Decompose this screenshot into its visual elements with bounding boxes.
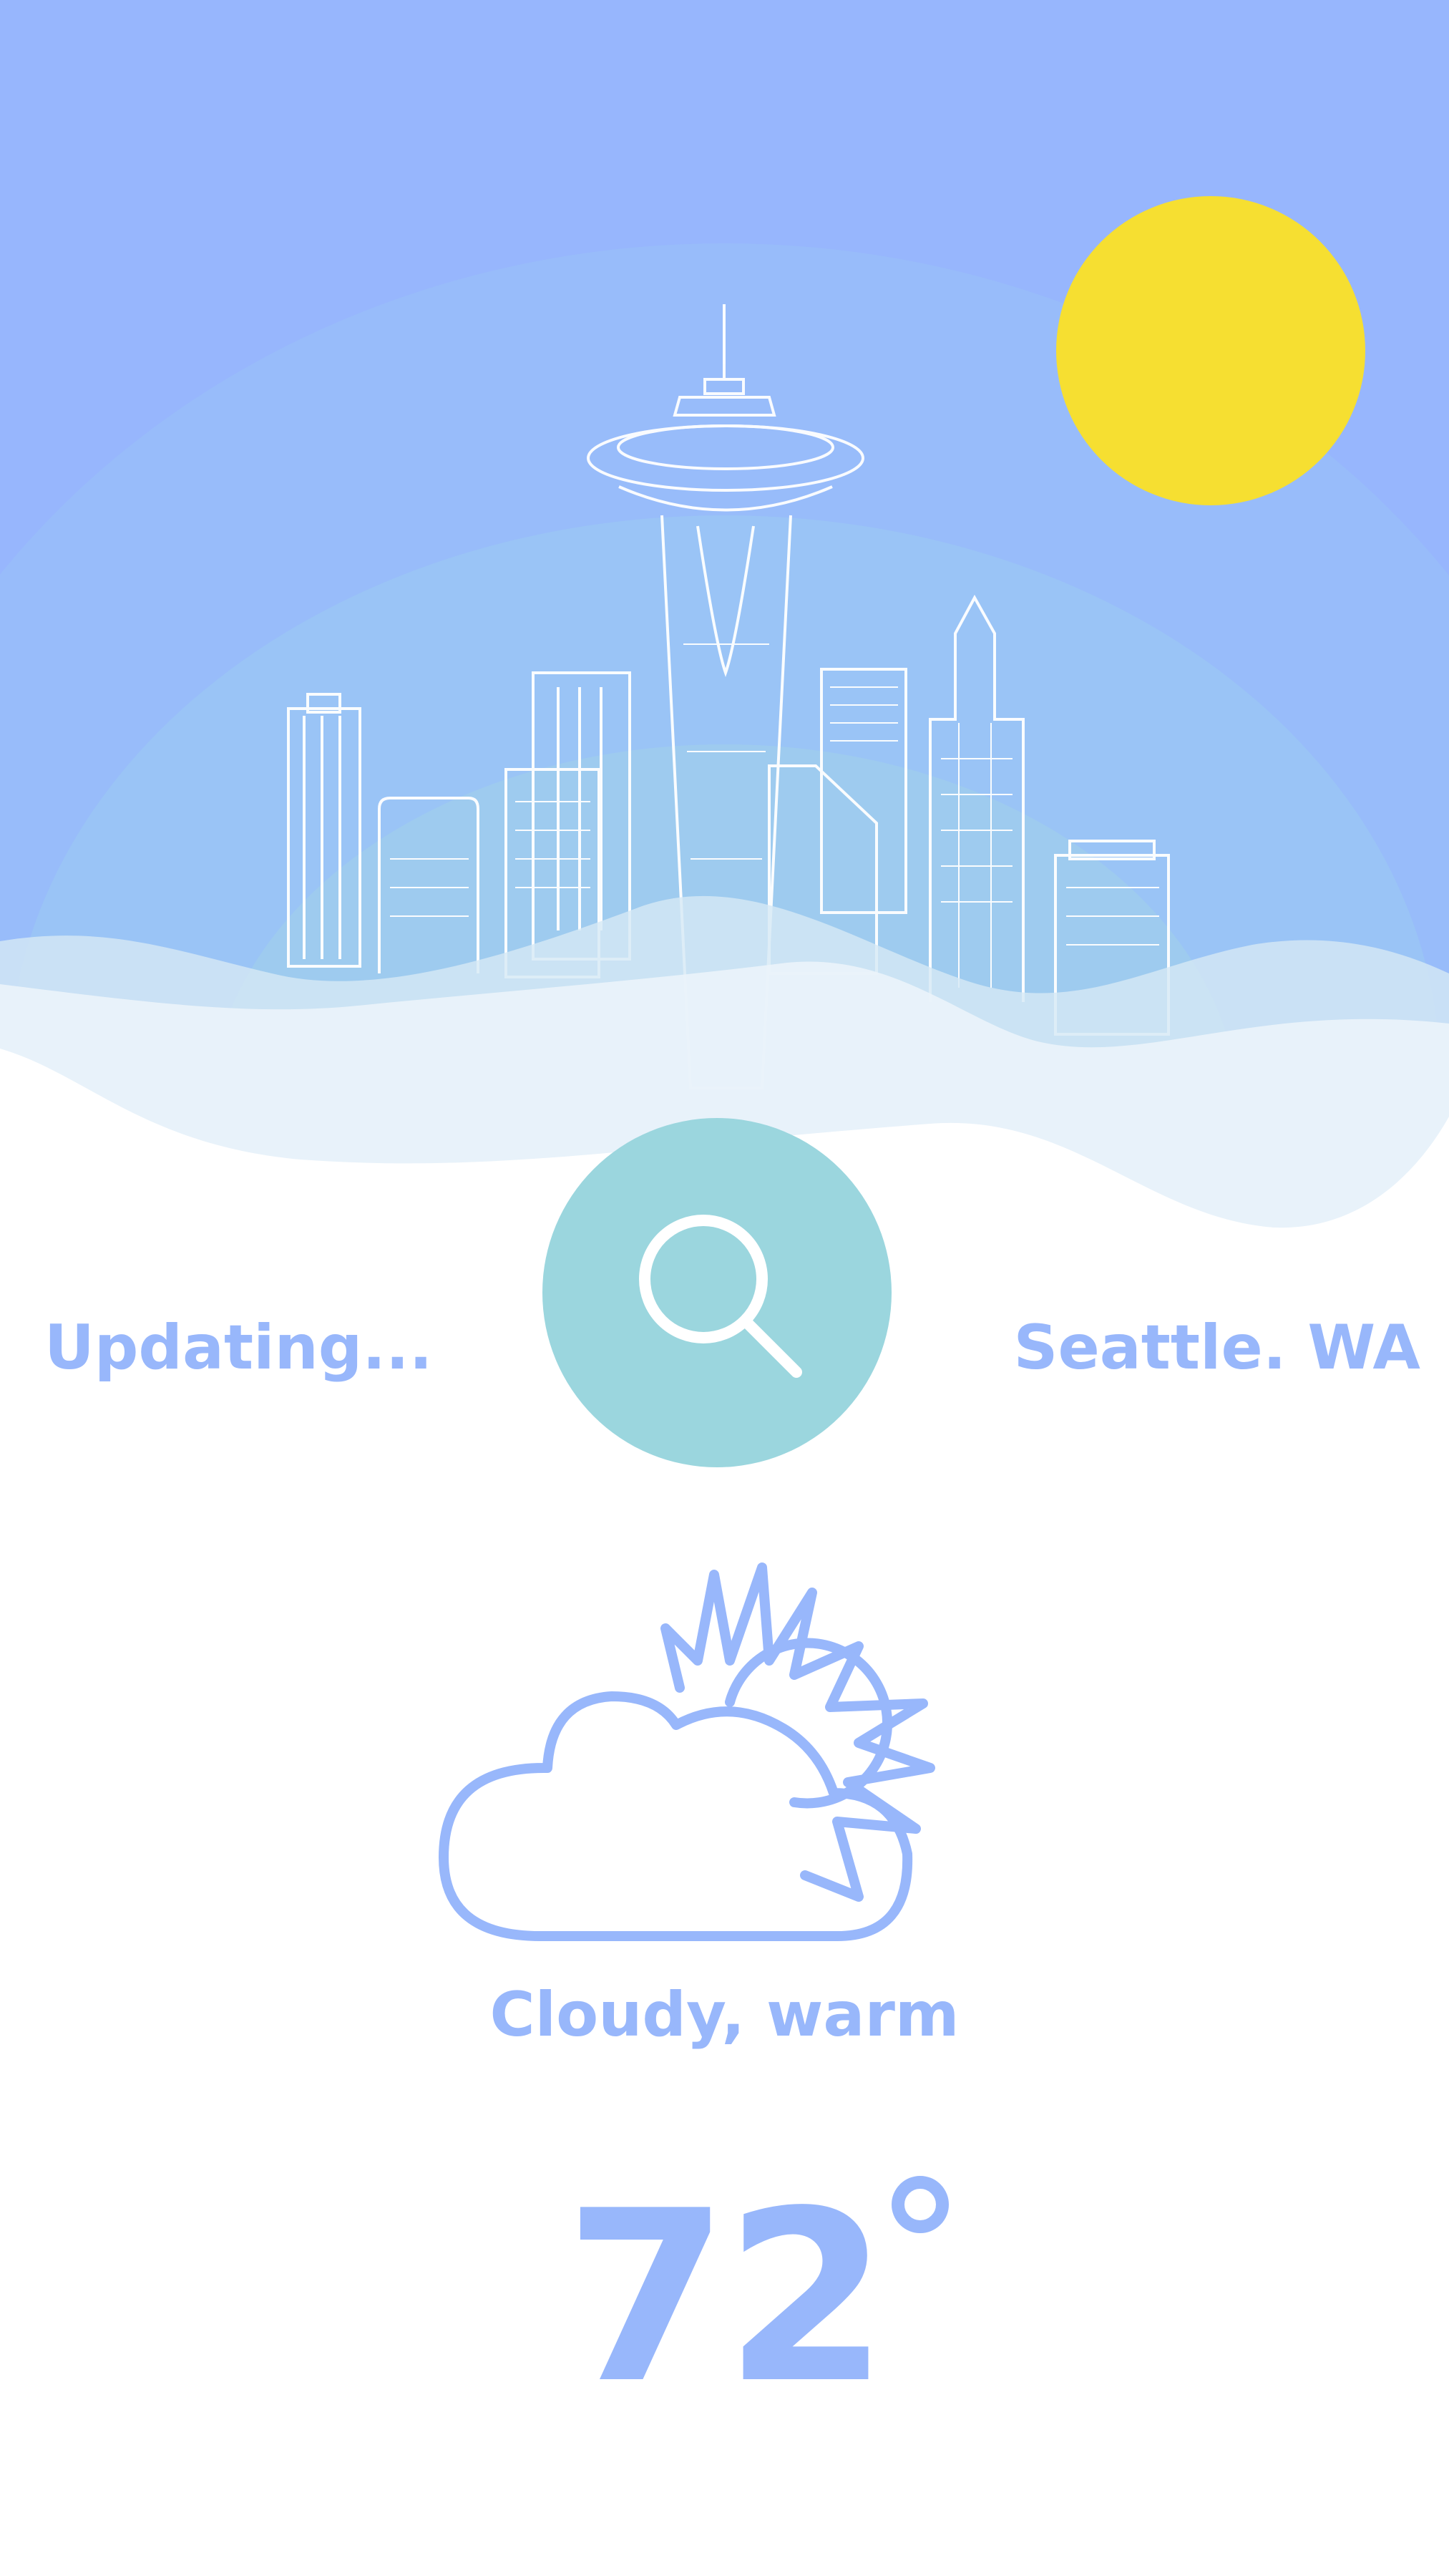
degree-icon	[892, 2176, 950, 2233]
condition-text: Cloudy, warm	[489, 1979, 960, 2051]
temperature-number: 72	[564, 2160, 889, 2435]
sun-icon	[1056, 196, 1365, 505]
temperature-display: 72	[0, 2176, 1449, 2419]
cloud-outline	[439, 1691, 913, 1941]
location-text[interactable]: Seattle. WA	[1014, 1308, 1421, 1387]
update-status-text: Updating...	[44, 1312, 433, 1384]
search-button[interactable]	[542, 1118, 892, 1467]
partly-cloudy-icon	[429, 1539, 1002, 1968]
hero-illustration	[0, 0, 1449, 1231]
temperature-value: 72	[565, 2176, 950, 2419]
search-icon	[639, 1215, 802, 1378]
